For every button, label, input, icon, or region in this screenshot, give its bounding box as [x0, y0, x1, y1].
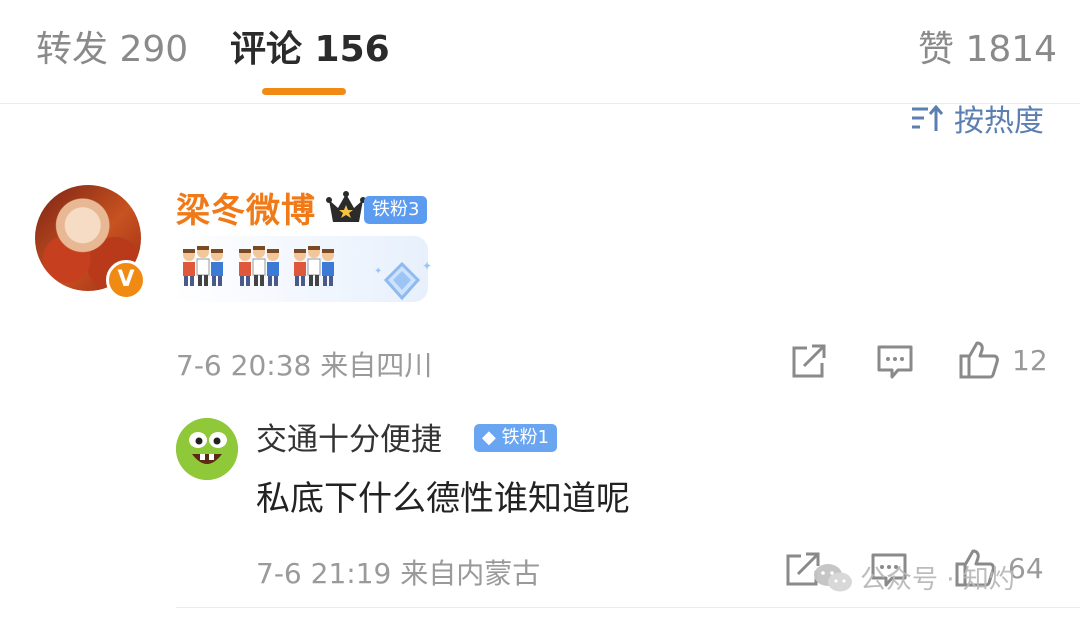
watermark: 公众号 · 知灼: [812, 559, 1015, 596]
tab-comments[interactable]: 评论 156: [230, 26, 390, 74]
svg-text:✦: ✦: [422, 259, 432, 273]
sort-label: 按热度: [954, 104, 1044, 139]
reply-text: 私底下什么德性谁知道呢: [256, 479, 630, 519]
comment-timestamp: 7-6 20:38 来自四川: [176, 349, 433, 382]
reply-divider: [176, 607, 1080, 608]
like-icon[interactable]: [958, 340, 1000, 380]
family-emoji-icon: [294, 246, 334, 286]
like-count: 12: [1012, 344, 1048, 377]
tab-likes[interactable]: 赞 1814: [918, 26, 1057, 74]
wechat-icon: [814, 563, 852, 591]
reply-username[interactable]: 交通十分便捷: [256, 418, 442, 462]
fan-badge-label: 铁粉1: [501, 427, 550, 448]
fan-level-badge: ◆ 铁粉1: [474, 424, 558, 452]
watermark-text: 公众号 · 知灼: [860, 565, 1015, 595]
share-icon[interactable]: [790, 344, 828, 380]
family-emoji-icon: [239, 246, 279, 286]
reply-avatar[interactable]: [176, 418, 238, 480]
comment-username[interactable]: 梁冬微博: [176, 188, 316, 234]
fan-level-badge: 铁粉3: [364, 196, 428, 224]
svg-text:✦: ✦: [374, 266, 382, 277]
crown-icon: [326, 188, 366, 232]
verified-badge-icon: V: [106, 260, 146, 300]
family-emoji-icon: [183, 246, 223, 286]
comment-icon[interactable]: [876, 344, 914, 380]
cartoon-avatar-icon: [176, 418, 238, 480]
tab-repost[interactable]: 转发 290: [36, 26, 188, 74]
diamond-icon: ◆: [482, 427, 496, 448]
active-tab-indicator: [262, 88, 346, 95]
sort-icon: [910, 103, 944, 133]
sort-button[interactable]: 按热度: [910, 98, 1044, 139]
diamond-icon: ✦ ✦: [374, 259, 432, 301]
reply-timestamp: 7-6 21:19 来自内蒙古: [256, 557, 541, 590]
